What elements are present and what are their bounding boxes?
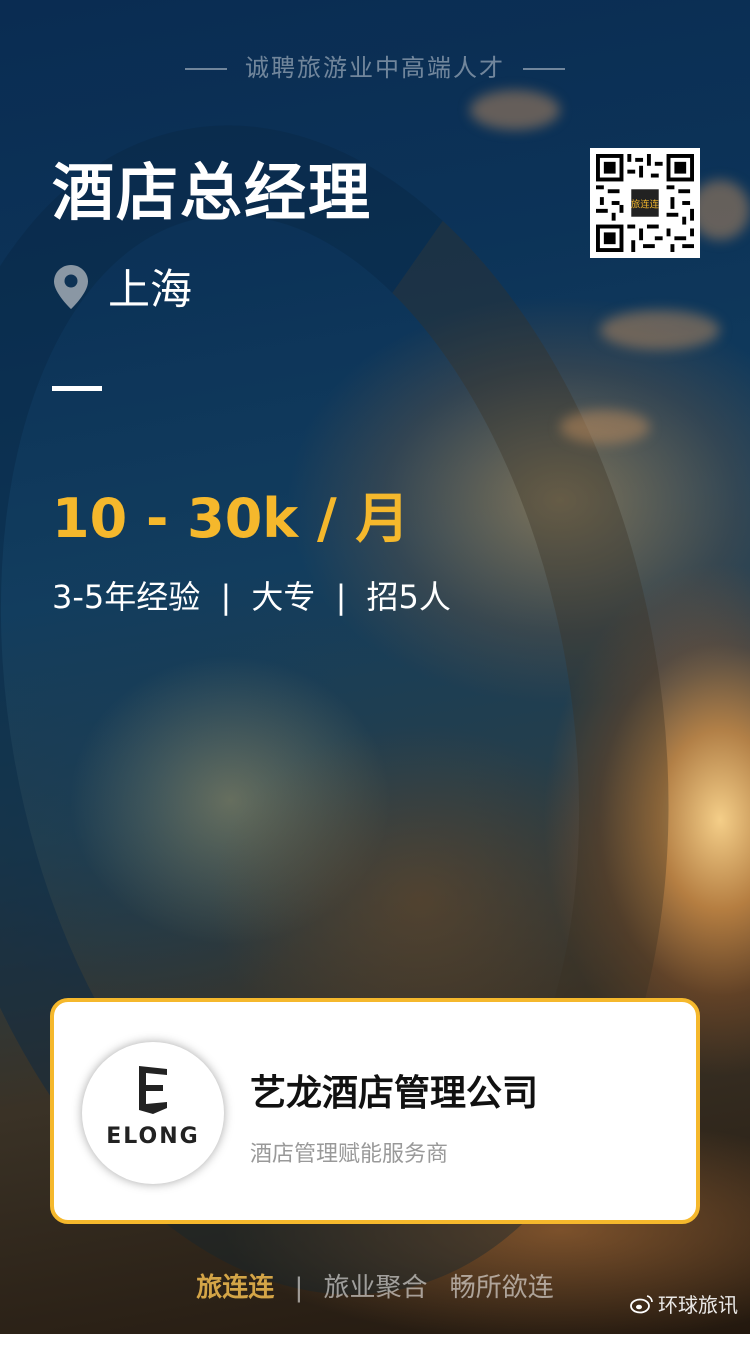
company-card[interactable]: ELONG 艺龙酒店管理公司 酒店管理赋能服务商 — [50, 998, 700, 1224]
tagline-text: 诚聘旅游业中高端人才 — [245, 54, 505, 82]
cloud — [560, 410, 650, 444]
tagline-dash-left — [185, 68, 227, 70]
qr-center-label: 旅连连 — [631, 198, 660, 210]
job-title: 酒店总经理 — [52, 156, 373, 229]
watermark-text: 环球旅讯 — [658, 1293, 738, 1317]
location-pin-icon — [54, 264, 88, 309]
location-text: 上海 — [108, 265, 193, 314]
footer-separator: | — [294, 1273, 304, 1303]
headcount: 招5人 — [366, 578, 451, 616]
company-logo: ELONG — [82, 1042, 224, 1184]
watermark: 环球旅讯 — [630, 1289, 738, 1318]
cloud — [600, 310, 720, 350]
footer-slogan-1: 旅业聚合 — [323, 1273, 428, 1303]
cloud — [470, 90, 560, 130]
recruitment-tagline: 诚聘旅游业中高端人才 — [0, 48, 750, 83]
company-tagline: 酒店管理赋能服务商 — [250, 1142, 449, 1167]
weibo-icon — [630, 1294, 653, 1313]
job-requirements: 3-5年经验 | 大专 | 招5人 — [52, 572, 451, 618]
qr-code-icon: 旅连连 — [596, 154, 694, 252]
elong-logo-icon — [139, 1066, 167, 1114]
footer-slogan-2: 畅所欲连 — [449, 1273, 554, 1303]
footer-brand: 旅连连 — [196, 1273, 275, 1303]
tagline-dash-right — [523, 68, 565, 70]
education-requirement: 大专 — [251, 578, 316, 616]
title-divider — [52, 386, 102, 391]
qr-code[interactable]: 旅连连 — [590, 148, 700, 258]
company-name: 艺龙酒店管理公司 — [250, 1073, 539, 1114]
requirement-separator: | — [335, 578, 347, 616]
logo-wordmark: ELONG — [106, 1124, 200, 1149]
requirement-separator: | — [220, 578, 232, 616]
job-location: 上海 — [54, 256, 192, 317]
salary: 10 - 30k / 月 — [52, 487, 410, 550]
experience-requirement: 3-5年经验 — [52, 578, 201, 616]
